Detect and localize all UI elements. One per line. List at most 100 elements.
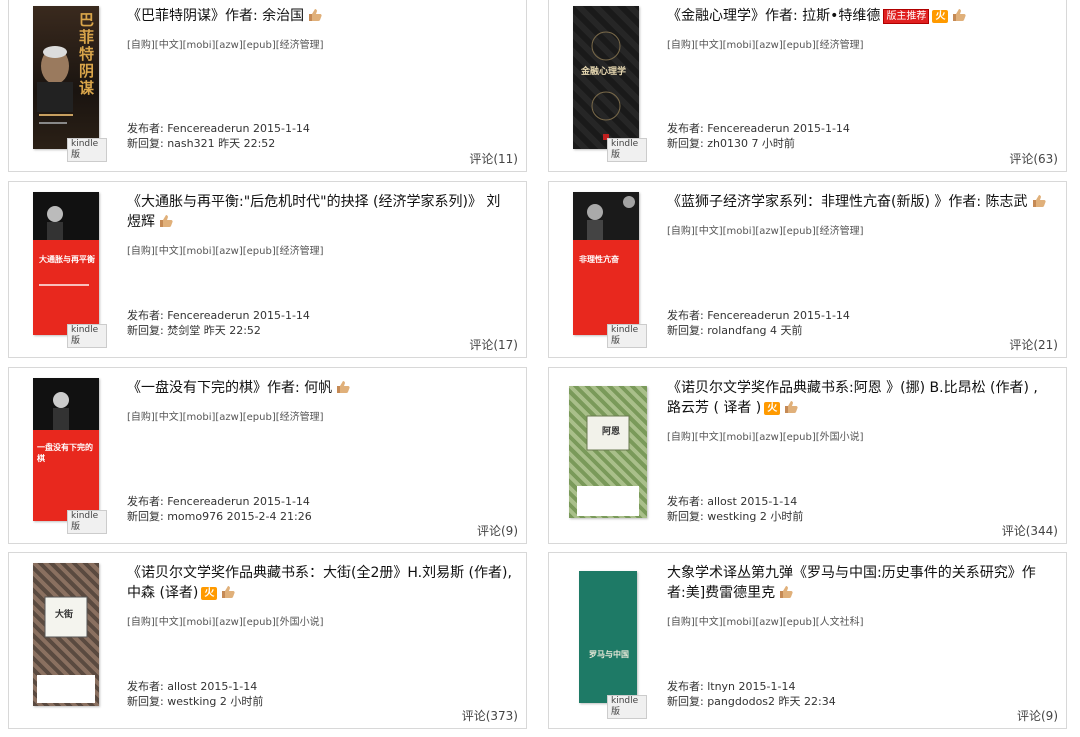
book-title-text[interactable]: 《巴菲特阴谋》作者: 余治国 [127, 8, 304, 24]
kindle-edition-tag: kindle版 [607, 138, 647, 162]
book-tags: [自购][中文][mobi][azw][epub][经济管理] [127, 412, 324, 423]
book-cover: 非理性亢奋 [573, 192, 639, 335]
kindle-edition-tag: kindle版 [67, 138, 107, 162]
book-cover: 金融心理学 [573, 6, 639, 149]
book-title[interactable]: 大象学术译丛第九弹《罗马与中国:历史事件的关系研究》作者:美]费雷德里克 [667, 563, 1052, 605]
thumbs-up-icon [220, 585, 236, 605]
book-tags: [自购][中文][mobi][azw][epub][经济管理] [667, 226, 864, 237]
book-cover: 巴菲特阴谋 [33, 6, 99, 149]
poster-line: 发布者: Fencereaderun 2015-1-14 [127, 122, 310, 135]
book-info: 《金融心理学》作者: 拉斯•特维德 版主推荐火 [自购][中文][mobi][az… [667, 6, 1052, 51]
book-title-text[interactable]: 《诺贝尔文学奖作品典藏书系:阿恩 》(挪) B.比昂松 (作者) , 路云芳 (… [667, 380, 1038, 416]
book-info: 《诺贝尔文学奖作品典藏书系:阿恩 》(挪) B.比昂松 (作者) , 路云芳 (… [667, 378, 1052, 443]
book-card[interactable]: 大通胀与再平衡 kindle版 《大通胀与再平衡:"后危机时代"的抉择 (经济学… [8, 181, 527, 358]
post-meta: 发布者: allost 2015-1-14 新回复: westking 2 小时… [667, 494, 803, 524]
cover-title: 大通胀与再平衡 [39, 254, 95, 264]
reply-line: 新回复: 焚剑堂 昨天 22:52 [127, 324, 261, 337]
cover-plate [577, 415, 639, 516]
cover-portrait [37, 46, 73, 124]
book-card[interactable]: 一盘没有下完的棋 kindle版 《一盘没有下完的棋》作者: 何帆 [自购][中… [8, 367, 527, 544]
book-title[interactable]: 《诺贝尔文学奖作品典藏书系:阿恩 》(挪) B.比昂松 (作者) , 路云芳 (… [667, 378, 1052, 420]
hot-badge: 火 [201, 587, 218, 600]
cover-title: 阿恩 [602, 427, 621, 437]
poster-line: 发布者: Fencereaderun 2015-1-14 [127, 309, 310, 322]
book-card[interactable]: 非理性亢奋 kindle版 《蓝狮子经济学家系列：非理性亢奋(新版) 》作者: … [548, 181, 1067, 358]
reply-line: 新回复: nash321 昨天 22:52 [127, 137, 276, 150]
thumbs-up-icon [1031, 194, 1047, 214]
comments-link[interactable]: 评论(373) [462, 707, 518, 724]
book-grid: 巴菲特阴谋 kindle版 《巴菲特阴谋》作者: 余治国 [自购][中文][mo… [0, 0, 1080, 737]
book-tags: [自购][中文][mobi][azw][epub][经济管理] [667, 40, 864, 51]
reply-line: 新回复: zh0130 7 小时前 [667, 137, 795, 150]
book-cover: 罗马与中国 [579, 571, 637, 703]
hot-badge: 火 [764, 402, 781, 415]
book-card[interactable]: 金融心理学 kindle版 《金融心理学》作者: 拉斯•特维德 版主推荐火 [自购… [548, 0, 1067, 172]
kindle-edition-tag: kindle版 [607, 695, 647, 719]
book-cover-link[interactable]: 阿恩 [567, 378, 647, 530]
book-card[interactable]: 大街 《诺贝尔文学奖作品典藏书系：大街(全2册》H.刘易斯 (作者), 中森 (… [8, 552, 527, 729]
post-meta: 发布者: ltnyn 2015-1-14 新回复: pangdodos2 昨天 … [667, 679, 836, 709]
book-title-text[interactable]: 《大通胀与再平衡:"后危机时代"的抉择 (经济学家系列)》 刘煜辉 [127, 194, 500, 230]
book-info: 《巴菲特阴谋》作者: 余治国 [自购][中文][mobi][azw][epub]… [127, 6, 512, 51]
book-cover-link[interactable]: 非理性亢奋 kindle版 [567, 192, 647, 348]
book-title[interactable]: 《诺贝尔文学奖作品典藏书系：大街(全2册》H.刘易斯 (作者), 中森 (译者)… [127, 563, 512, 605]
book-cover: 阿恩 [569, 386, 647, 518]
poster-line: 发布者: Fencereaderun 2015-1-14 [127, 495, 310, 508]
comments-link[interactable]: 评论(17) [469, 336, 518, 353]
cover-plate [37, 596, 95, 703]
book-title[interactable]: 《大通胀与再平衡:"后危机时代"的抉择 (经济学家系列)》 刘煜辉 [127, 192, 512, 234]
book-title-text[interactable]: 大象学术译丛第九弹《罗马与中国:历史事件的关系研究》作者:美]费雷德里克 [667, 565, 1036, 601]
comments-link[interactable]: 评论(9) [477, 522, 518, 539]
book-cover: 大街 [33, 563, 99, 706]
book-card[interactable]: 阿恩 《诺贝尔文学奖作品典藏书系:阿恩 》(挪) B.比昂松 (作者) , 路云… [548, 367, 1067, 544]
poster-line: 发布者: allost 2015-1-14 [667, 495, 798, 508]
comments-link[interactable]: 评论(21) [1009, 336, 1058, 353]
book-tags: [自购][中文][mobi][azw][epub][外国小说] [127, 617, 324, 628]
book-title-text[interactable]: 《金融心理学》作者: 拉斯•特维德 [667, 8, 880, 24]
thumbs-up-icon [783, 400, 799, 420]
comments-link[interactable]: 评论(344) [1002, 522, 1058, 539]
book-cover-link[interactable]: 金融心理学 kindle版 [567, 6, 647, 162]
book-cover-link[interactable]: 罗马与中国 kindle版 [567, 563, 647, 719]
cover-title: 大街 [55, 610, 74, 620]
book-title-text[interactable]: 《一盘没有下完的棋》作者: 何帆 [127, 380, 332, 396]
book-card[interactable]: 罗马与中国 kindle版 大象学术译丛第九弹《罗马与中国:历史事件的关系研究》… [548, 552, 1067, 729]
book-cover: 大通胀与再平衡 [33, 192, 99, 335]
book-title[interactable]: 《一盘没有下完的棋》作者: 何帆 [127, 378, 512, 400]
moderator-recommend-badge: 版主推荐 [883, 9, 930, 24]
book-tags: [自购][中文][mobi][azw][epub][人文社科] [667, 617, 864, 628]
book-cover-link[interactable]: 巴菲特阴谋 kindle版 [27, 6, 107, 162]
book-tags: [自购][中文][mobi][azw][epub][外国小说] [667, 432, 864, 443]
kindle-edition-tag: kindle版 [67, 324, 107, 348]
cover-title: 非理性亢奋 [579, 254, 619, 264]
thumbs-up-icon [778, 585, 794, 605]
poster-line: 发布者: ltnyn 2015-1-14 [667, 680, 796, 693]
book-title[interactable]: 《巴菲特阴谋》作者: 余治国 [127, 6, 512, 28]
poster-line: 发布者: Fencereaderun 2015-1-14 [667, 122, 850, 135]
book-title[interactable]: 《蓝狮子经济学家系列：非理性亢奋(新版) 》作者: 陈志武 [667, 192, 1052, 214]
reply-line: 新回复: rolandfang 4 天前 [667, 324, 803, 337]
reply-line: 新回复: westking 2 小时前 [127, 695, 264, 708]
book-card[interactable]: 巴菲特阴谋 kindle版 《巴菲特阴谋》作者: 余治国 [自购][中文][mo… [8, 0, 527, 172]
post-meta: 发布者: Fencereaderun 2015-1-14 新回复: momo97… [127, 494, 312, 524]
thumbs-up-icon [158, 214, 174, 234]
comments-link[interactable]: 评论(9) [1017, 707, 1058, 724]
book-tags: [自购][中文][mobi][azw][epub][经济管理] [127, 40, 324, 51]
post-meta: 发布者: allost 2015-1-14 新回复: westking 2 小时… [127, 679, 263, 709]
book-title-text[interactable]: 《蓝狮子经济学家系列：非理性亢奋(新版) 》作者: 陈志武 [667, 194, 1028, 210]
book-info: 《诺贝尔文学奖作品典藏书系：大街(全2册》H.刘易斯 (作者), 中森 (译者)… [127, 563, 512, 628]
thumbs-up-icon [335, 380, 351, 400]
book-cover: 一盘没有下完的棋 [33, 378, 99, 521]
book-title-text[interactable]: 《诺贝尔文学奖作品典藏书系：大街(全2册》H.刘易斯 (作者), 中森 (译者) [127, 565, 512, 601]
thumbs-up-icon [951, 8, 967, 28]
post-meta: 发布者: Fencereaderun 2015-1-14 新回复: nash32… [127, 121, 310, 151]
reply-line: 新回复: momo976 2015-2-4 21:26 [127, 510, 312, 523]
book-cover-link[interactable]: 大街 [27, 563, 107, 715]
book-title[interactable]: 《金融心理学》作者: 拉斯•特维德 版主推荐火 [667, 6, 1052, 28]
thumbs-up-icon [307, 8, 323, 28]
comments-link[interactable]: 评论(63) [1009, 150, 1058, 167]
book-cover-link[interactable]: 大通胀与再平衡 kindle版 [27, 192, 107, 348]
comments-link[interactable]: 评论(11) [469, 150, 518, 167]
book-cover-link[interactable]: 一盘没有下完的棋 kindle版 [27, 378, 107, 534]
hot-badge: 火 [932, 10, 949, 23]
